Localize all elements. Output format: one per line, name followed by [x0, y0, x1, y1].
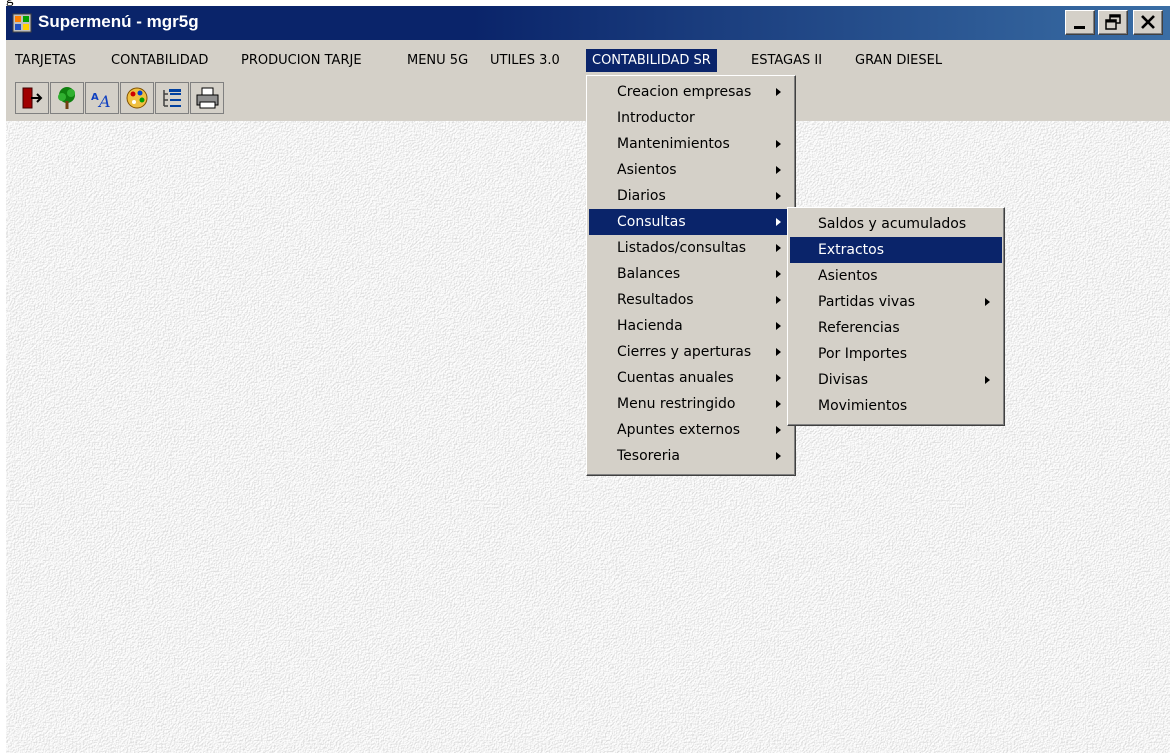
menu-item-label: Cierres y aperturas [617, 344, 752, 360]
menu-item-label: Asientos [818, 268, 878, 284]
menu-item-label: Creacion empresas [617, 84, 752, 100]
submenu-arrow-icon [776, 270, 781, 278]
menu-item-menu-restringido[interactable]: Menu restringido [589, 391, 793, 417]
app-icon [12, 13, 32, 33]
consultas-submenu: Saldos y acumulados Extractos Asientos P… [787, 207, 1005, 426]
menu-item-label: Consultas [617, 214, 686, 230]
print-button[interactable] [190, 82, 224, 114]
menu-item-asientos[interactable]: Asientos [589, 157, 793, 183]
menu-item-label: Saldos y acumulados [818, 216, 967, 232]
menu-item-cuentas-anuales[interactable]: Cuentas anuales [589, 365, 793, 391]
font-button[interactable]: A A [85, 82, 119, 114]
submenu-arrow-icon [776, 426, 781, 434]
submenu-arrow-icon [776, 322, 781, 330]
menu-item-label: Introductor [617, 110, 695, 126]
menu-contabilidad-sr[interactable]: CONTABILIDAD SR [586, 49, 717, 72]
menu-utiles[interactable]: UTILES 3.0 [484, 49, 566, 72]
menu-item-consultas[interactable]: Consultas [589, 209, 793, 235]
menu-item-label: Por Importes [818, 346, 908, 362]
menu-item-label: Extractos [818, 242, 885, 258]
exit-button[interactable] [15, 82, 49, 114]
menu-item-hacienda[interactable]: Hacienda [589, 313, 793, 339]
menu-item-label: Movimientos [818, 398, 908, 414]
palette-button[interactable] [120, 82, 154, 114]
menu-item-label: Cuentas anuales [617, 370, 734, 386]
svg-text:A: A [91, 92, 99, 103]
restore-icon [1105, 14, 1121, 30]
submenu-arrow-icon [776, 374, 781, 382]
palette-icon [126, 87, 148, 109]
menu-item-introductor[interactable]: Introductor [589, 105, 793, 131]
menu-item-por-importes[interactable]: Por Importes [790, 341, 1002, 367]
menu-item-saldos-acumulados[interactable]: Saldos y acumulados [790, 211, 1002, 237]
submenu-arrow-icon [776, 244, 781, 252]
list-button[interactable] [155, 82, 189, 114]
menu-item-creacion-empresas[interactable]: Creacion empresas [589, 79, 793, 105]
tree-icon [58, 87, 75, 109]
minimize-button[interactable] [1065, 10, 1095, 35]
close-button[interactable] [1133, 10, 1163, 35]
menu-item-mantenimientos[interactable]: Mantenimientos [589, 131, 793, 157]
restore-button[interactable] [1098, 10, 1128, 35]
menu-item-label: Resultados [617, 292, 694, 308]
contabilidad-sr-menu: Creacion empresas Introductor Mantenimie… [586, 75, 796, 476]
menu-item-referencias[interactable]: Referencias [790, 315, 1002, 341]
submenu-arrow-icon [776, 88, 781, 96]
menu-item-label: Asientos [617, 162, 677, 178]
submenu-arrow-icon [985, 298, 990, 306]
submenu-arrow-icon [776, 452, 781, 460]
title-bar[interactable]: Supermenú - mgr5g [6, 6, 1170, 40]
menu-menu-5g[interactable]: MENU 5G [401, 49, 474, 72]
menu-item-label: Listados/consultas [617, 240, 747, 256]
menu-item-label: Menu restringido [617, 396, 736, 412]
menu-item-listados-consultas[interactable]: Listados/consultas [589, 235, 793, 261]
menu-item-resultados[interactable]: Resultados [589, 287, 793, 313]
app-window: Supermenú - mgr5g TARJETAS CONTABILIDAD … [6, 6, 1170, 753]
menu-item-divisas[interactable]: Divisas [790, 367, 1002, 393]
menu-item-label: Apuntes externos [617, 422, 741, 438]
menu-estagas-ii[interactable]: ESTAGAS II [745, 49, 828, 72]
submenu-arrow-icon [985, 376, 990, 384]
menu-item-balances[interactable]: Balances [589, 261, 793, 287]
minimize-icon [1074, 26, 1085, 29]
window-title: Supermenú - mgr5g [38, 12, 199, 31]
close-icon [1141, 15, 1155, 29]
menu-item-label: Partidas vivas [818, 294, 916, 310]
menu-item-movimientos[interactable]: Movimientos [790, 393, 1002, 419]
menu-item-tesoreria[interactable]: Tesoreria [589, 443, 793, 469]
submenu-arrow-icon [776, 140, 781, 148]
printer-icon [196, 87, 219, 109]
menu-item-diarios[interactable]: Diarios [589, 183, 793, 209]
menu-item-label: Hacienda [617, 318, 683, 334]
menu-gran-diesel[interactable]: GRAN DIESEL [849, 49, 948, 72]
menu-item-label: Referencias [818, 320, 900, 336]
menu-item-label: Tesoreria [617, 448, 680, 464]
menu-bar: TARJETAS CONTABILIDAD PRODUCION TARJE ME… [6, 46, 1170, 75]
list-icon [163, 89, 181, 107]
submenu-arrow-icon [776, 400, 781, 408]
menu-item-extractos[interactable]: Extractos [790, 237, 1002, 263]
exit-icon [22, 87, 43, 109]
menu-item-cierres-aperturas[interactable]: Cierres y aperturas [589, 339, 793, 365]
submenu-arrow-icon [776, 166, 781, 174]
svg-text:A: A [97, 92, 111, 111]
menu-producion-tarje[interactable]: PRODUCION TARJE [235, 49, 368, 72]
menu-item-label: Balances [617, 266, 681, 282]
menu-item-apuntes-externos[interactable]: Apuntes externos [589, 417, 793, 443]
submenu-arrow-icon [776, 218, 781, 226]
menu-contabilidad[interactable]: CONTABILIDAD [105, 49, 214, 72]
tree-button[interactable] [50, 82, 84, 114]
menu-item-label: Diarios [617, 188, 666, 204]
menu-item-label: Divisas [818, 372, 869, 388]
menu-item-asientos-consulta[interactable]: Asientos [790, 263, 1002, 289]
font-icon: A A [91, 92, 111, 111]
submenu-arrow-icon [776, 296, 781, 304]
submenu-arrow-icon [776, 192, 781, 200]
menu-item-partidas-vivas[interactable]: Partidas vivas [790, 289, 1002, 315]
menu-tarjetas[interactable]: TARJETAS [9, 49, 82, 72]
menu-item-label: Mantenimientos [617, 136, 730, 152]
submenu-arrow-icon [776, 348, 781, 356]
